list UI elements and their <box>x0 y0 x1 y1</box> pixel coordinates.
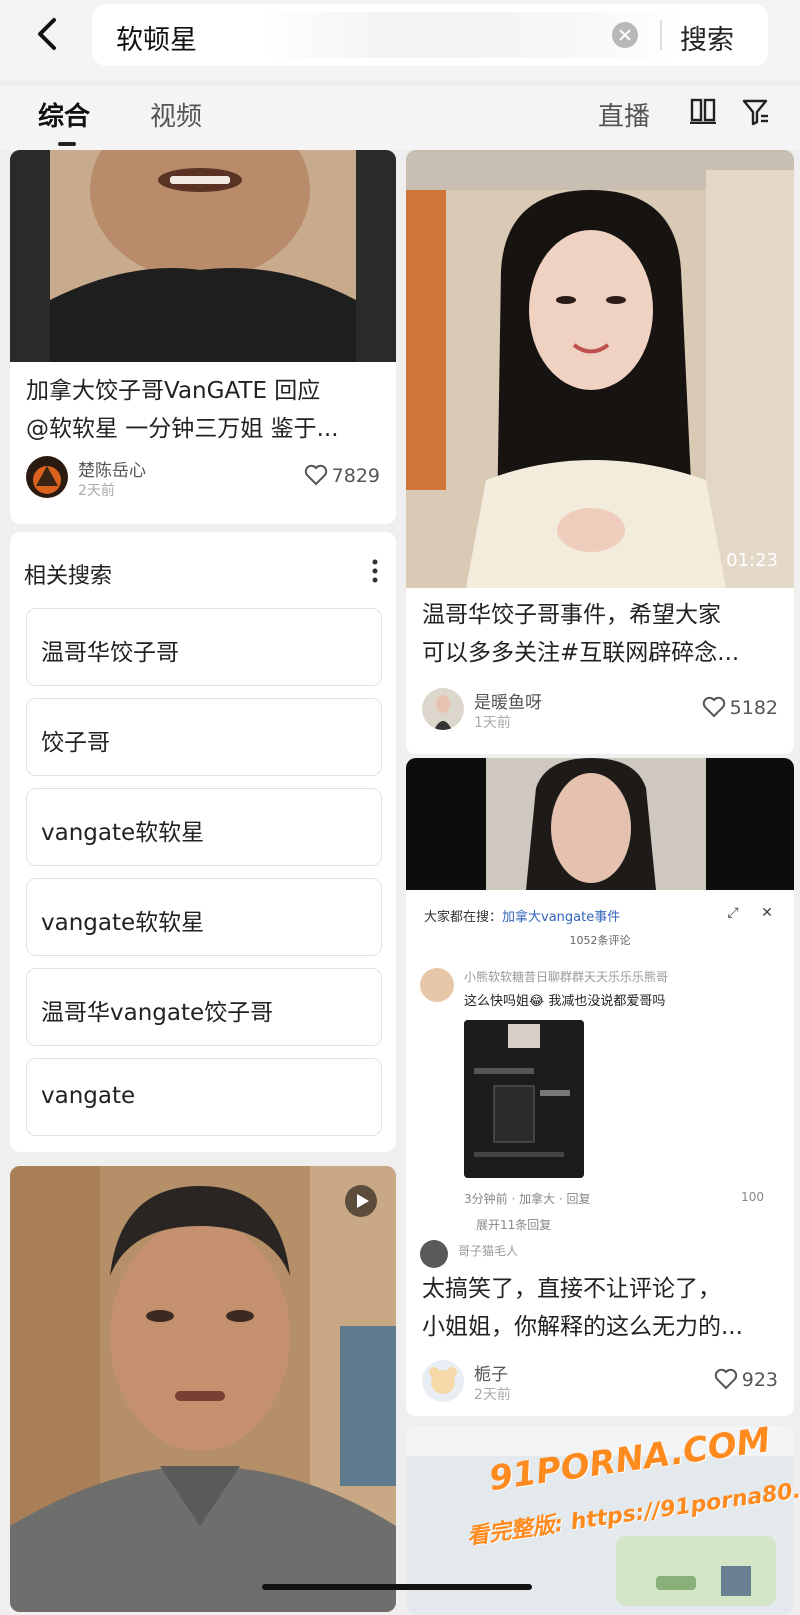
avatar-image <box>422 688 464 730</box>
video-thumbnail[interactable] <box>10 1166 396 1612</box>
card-title-line: 小姐姐，你解释的这么无力的... <box>422 1314 743 1340</box>
related-search-label: vangate软软星 <box>41 910 205 936</box>
trending-search-bar[interactable]: 大家都在搜：加拿大vangate事件 <box>424 906 620 925</box>
video-card[interactable]: 01:23 温哥华饺子哥事件，希望大家 可以多多关注#互联网辟碎念... 是暖鱼… <box>406 150 794 754</box>
related-search-item[interactable]: 饺子哥 <box>26 698 382 776</box>
video-card[interactable] <box>10 1166 396 1612</box>
related-search-label: vangate <box>41 1083 136 1109</box>
author-row: 是暖鱼呀 1天前 5182 <box>422 688 778 734</box>
like-count: 923 <box>741 1369 778 1391</box>
card-title-line: 太搞笑了，直接不让评论了， <box>422 1276 721 1302</box>
avatar[interactable] <box>422 1360 464 1402</box>
avatar-image <box>26 456 68 498</box>
back-arrow-icon[interactable] <box>28 14 68 54</box>
top-bar: 软顿星 搜索 <box>0 0 800 80</box>
video-thumbnail[interactable] <box>10 150 396 362</box>
home-indicator[interactable] <box>262 1584 532 1590</box>
comment-like-count[interactable]: 100 <box>741 1190 764 1204</box>
related-search-label: 温哥华饺子哥 <box>41 640 179 666</box>
play-icon[interactable] <box>344 1184 378 1218</box>
related-search-item[interactable]: vangate软软星 <box>26 788 382 866</box>
like-button[interactable]: 7829 <box>304 464 380 487</box>
category-tabs: 综合 视频 直播 <box>0 86 800 150</box>
active-tab-indicator <box>58 142 76 146</box>
close-icon[interactable]: ✕ <box>756 902 778 924</box>
clear-icon[interactable] <box>612 22 638 48</box>
post-time: 2天前 <box>474 1387 511 1403</box>
related-search-title: 相关搜索 <box>24 564 113 589</box>
trending-prefix: 大家都在搜： <box>424 910 503 925</box>
post-time: 2天前 <box>78 483 115 499</box>
avatar[interactable] <box>26 456 68 498</box>
comment-count: 1052条评论 <box>569 934 631 947</box>
like-count: 5182 <box>729 697 778 719</box>
avatar[interactable] <box>420 1240 448 1268</box>
tabs-blur-region <box>245 92 575 132</box>
related-search-label: vangate软软星 <box>41 820 205 846</box>
related-search-item[interactable]: 温哥华vangate饺子哥 <box>26 968 382 1046</box>
avatar[interactable] <box>420 968 454 1002</box>
video-card[interactable]: 加拿大饺子哥VanGATE 回应 @软软星 一分钟三万姐 鉴于... 楚陈岳心 … <box>10 150 396 524</box>
like-button[interactable]: 923 <box>714 1368 778 1391</box>
card-title-line: 可以多多关注#互联网辟碎念... <box>422 640 740 666</box>
tab-live[interactable]: 直播 <box>598 96 650 133</box>
avatar-image <box>422 1360 464 1402</box>
related-search-item[interactable]: 温哥华饺子哥 <box>26 608 382 686</box>
more-options-icon[interactable] <box>372 558 378 584</box>
related-search-label: 温哥华vangate饺子哥 <box>41 1000 274 1026</box>
related-search-label: 饺子哥 <box>41 730 110 756</box>
card-title[interactable]: 温哥华饺子哥事件，希望大家 可以多多关注#互联网辟碎念... <box>422 596 739 672</box>
comment-image[interactable] <box>464 1020 584 1178</box>
related-search-item[interactable]: vangate <box>26 1058 382 1136</box>
heart-icon <box>714 1368 737 1390</box>
expand-icon[interactable]: ⤢ <box>722 902 744 924</box>
like-count: 7829 <box>331 465 380 487</box>
video-card[interactable]: 大家都在搜：加拿大vangate事件 ⤢ ✕ 1052条评论 小熊软软糖昔日聊群… <box>406 758 794 1416</box>
author-name[interactable]: 是暖鱼呀 <box>474 688 542 713</box>
card-title-line: 温哥华饺子哥事件，希望大家 <box>422 602 721 628</box>
tab-comprehensive[interactable]: 综合 <box>38 96 90 133</box>
author-name[interactable]: 楚陈岳心 <box>78 456 146 481</box>
card-title[interactable]: 加拿大饺子哥VanGATE 回应 @软软星 一分钟三万姐 鉴于... <box>26 372 339 448</box>
commenter-name[interactable]: 哥子猫毛人 <box>458 1242 518 1259</box>
comment-text: 这么快吗姐😂 我减也没说都爱哥吗 <box>464 994 666 1009</box>
heart-icon <box>702 696 725 718</box>
like-button[interactable]: 5182 <box>702 696 778 719</box>
filter-icon[interactable] <box>742 98 770 126</box>
comment-panel-overlay: 大家都在搜：加拿大vangate事件 ⤢ ✕ 1052条评论 小熊软软糖昔日聊群… <box>406 890 794 1240</box>
related-search-panel: 相关搜索 温哥华饺子哥 饺子哥 vangate软软星 vangate软软星 温哥… <box>10 532 396 1152</box>
video-duration: 01:23 <box>726 550 778 571</box>
search-query[interactable]: 软顿星 <box>116 18 197 57</box>
grid-layout-icon[interactable] <box>690 98 716 124</box>
related-search-item[interactable]: vangate软软星 <box>26 878 382 956</box>
author-row: 楚陈岳心 2天前 7829 <box>26 456 380 502</box>
author-name[interactable]: 栀子 <box>474 1360 508 1385</box>
comment-meta[interactable]: 3分钟前 · 加拿大 · 回复 <box>464 1190 591 1207</box>
card-title[interactable]: 太搞笑了，直接不让评论了， 小姐姐，你解释的这么无力的... <box>422 1270 743 1346</box>
card-title-line: @软软星 一分钟三万姐 鉴于... <box>26 416 339 442</box>
video-thumbnail[interactable] <box>406 758 794 890</box>
post-time: 1天前 <box>474 715 511 731</box>
card-title-line: 加拿大饺子哥VanGATE 回应 <box>26 378 321 404</box>
search-divider <box>660 20 662 50</box>
expand-replies-button[interactable]: 展开11条回复 <box>476 1216 551 1233</box>
video-thumbnail[interactable] <box>406 150 794 588</box>
heart-icon <box>304 464 327 486</box>
avatar[interactable] <box>422 688 464 730</box>
commenter-name[interactable]: 小熊软软糖昔日聊群群天天乐乐乐熊哥 <box>464 968 774 985</box>
search-button[interactable]: 搜索 <box>680 18 734 57</box>
author-row: 栀子 2天前 923 <box>422 1360 778 1406</box>
chat-screenshot <box>464 1020 584 1178</box>
search-input[interactable]: 软顿星 搜索 <box>92 4 768 66</box>
tab-video[interactable]: 视频 <box>150 96 202 133</box>
trending-link[interactable]: 加拿大vangate事件 <box>502 910 620 925</box>
